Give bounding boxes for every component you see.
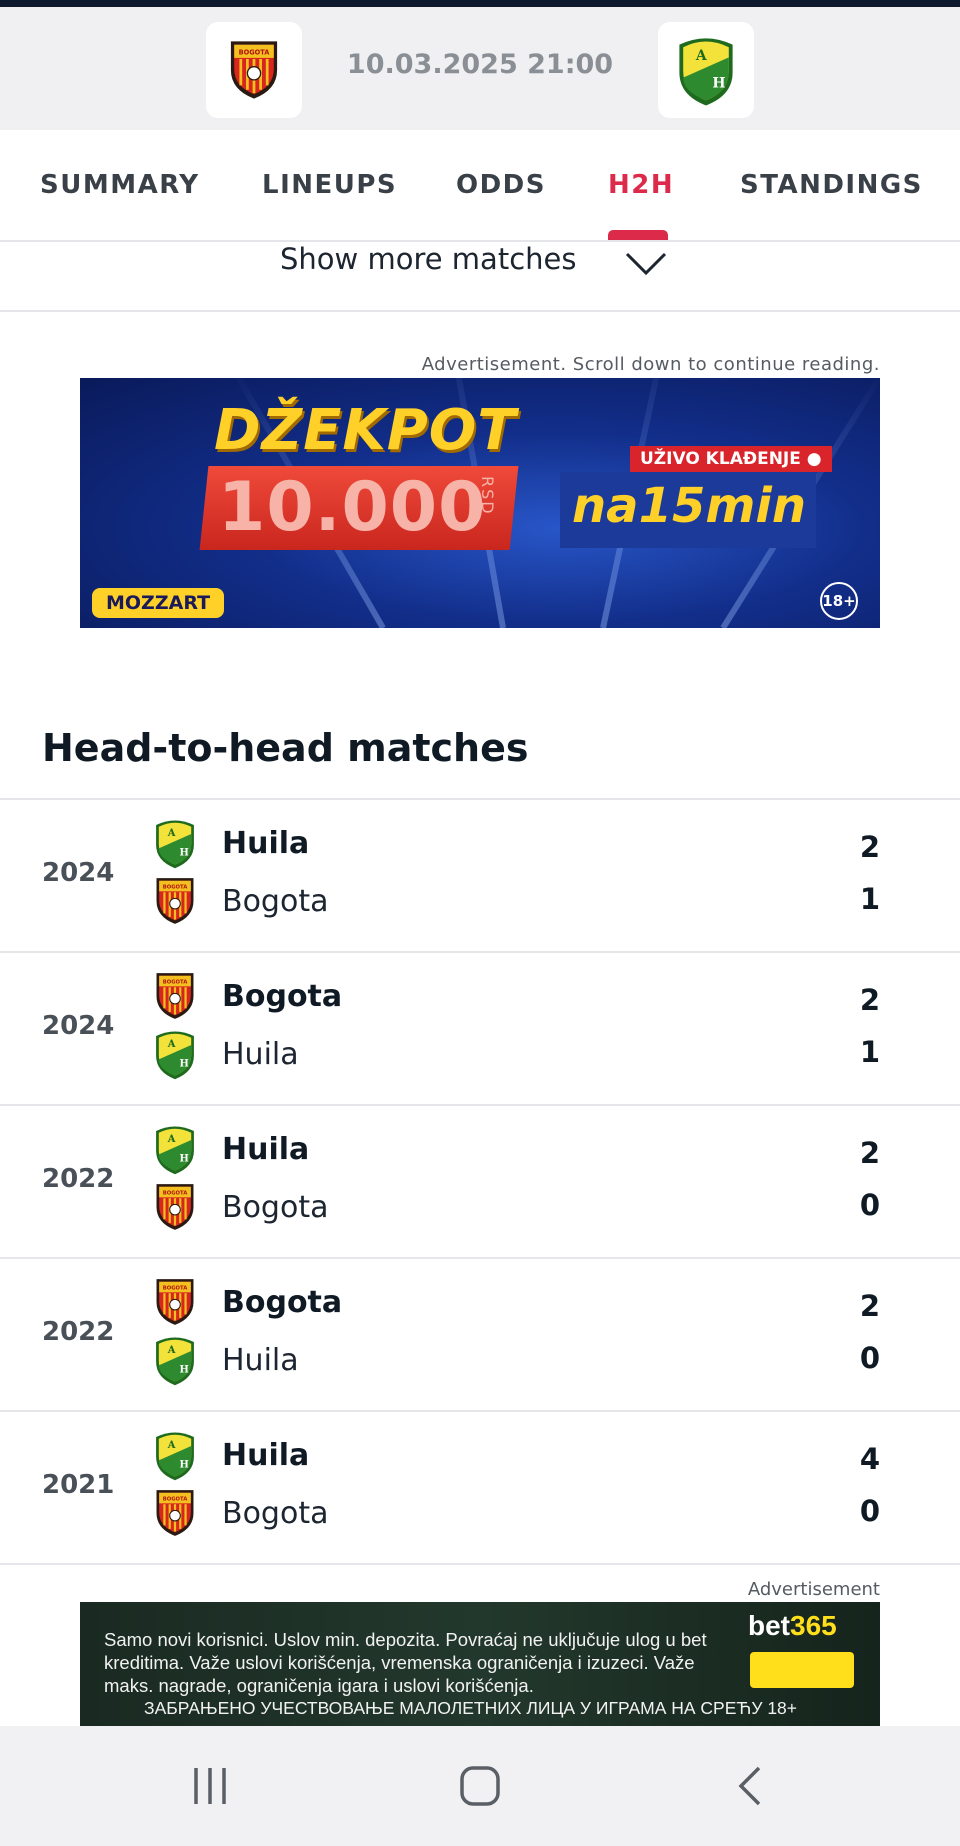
age-restriction-badge: 18+	[820, 582, 858, 620]
team1-score: 2	[859, 983, 880, 1017]
team2-score: 1	[859, 1035, 880, 1069]
bet365-cta-button[interactable]	[750, 1652, 854, 1688]
home-button[interactable]	[420, 1726, 540, 1846]
ad-age-warning: ЗАБРАЊЕНО УЧЕСТВОВАЊЕ МАЛОЛЕТНИХ ЛИЦА У …	[144, 1698, 798, 1718]
home-icon	[460, 1766, 500, 1806]
ad-disclaimer: Samo novi korisnici. Uslov min. depozita…	[104, 1629, 707, 1696]
recent-apps-button[interactable]	[150, 1726, 270, 1846]
team2-logo	[148, 874, 202, 928]
chevron-down-icon	[625, 252, 667, 276]
team2-score: 0	[859, 1494, 880, 1528]
team1-logo	[148, 1122, 202, 1176]
show-more-matches-button[interactable]: Show more matches	[0, 242, 960, 312]
ad-amount: 10.000	[218, 468, 487, 547]
team2-logo	[148, 1180, 202, 1234]
bogota-crest-icon	[229, 40, 279, 100]
system-nav-bar	[0, 1726, 960, 1846]
team1-logo	[148, 816, 202, 870]
tab-h2h[interactable]: H2H	[608, 170, 674, 200]
team1-name: Bogota	[222, 1285, 343, 1320]
match-year: 2021	[42, 1470, 115, 1500]
tab-odds[interactable]: ODDS	[456, 170, 546, 200]
team1-name: Huila	[222, 826, 310, 861]
huila-crest-icon	[156, 820, 194, 869]
huila-crest-icon	[156, 1337, 194, 1386]
team2-logo	[148, 1333, 202, 1387]
h2h-match-row[interactable]: 2022 Huila 2 Bogota 0	[0, 1106, 960, 1259]
bet365-logo: bet365	[748, 1610, 837, 1642]
team1-score: 2	[859, 1289, 880, 1323]
h2h-match-row[interactable]: 2022 Bogota 2 Huila 0	[0, 1259, 960, 1412]
bogota-crest-icon	[155, 877, 195, 925]
home-team-logo[interactable]	[206, 22, 302, 118]
bogota-crest-icon	[155, 1183, 195, 1231]
tab-lineups[interactable]: LINEUPS	[262, 170, 397, 200]
huila-crest-icon	[156, 1432, 194, 1481]
bet365-logo-b: 365	[790, 1610, 837, 1641]
ad-notice-bottom: Advertisement	[747, 1579, 880, 1600]
bogota-crest-icon	[155, 972, 195, 1020]
match-year: 2024	[42, 1011, 115, 1041]
team1-logo	[148, 1275, 202, 1329]
team1-score: 2	[859, 830, 880, 864]
team1-score: 4	[859, 1442, 880, 1476]
team2-name: Huila	[222, 1037, 299, 1072]
team2-logo	[148, 1027, 202, 1081]
team1-name: Huila	[222, 1438, 310, 1473]
team1-name: Huila	[222, 1132, 310, 1167]
team2-score: 1	[859, 882, 880, 916]
match-tabs: SUMMARY LINEUPS ODDS H2H STANDINGS	[0, 130, 960, 242]
active-tab-indicator	[608, 230, 668, 240]
bet365-ad-banner[interactable]: Samo novi korisnici. Uslov min. depozita…	[80, 1602, 880, 1726]
tab-standings[interactable]: STANDINGS	[740, 170, 923, 200]
team2-logo	[148, 1486, 202, 1540]
team1-logo	[148, 1428, 202, 1482]
h2h-match-row[interactable]: 2021 Huila 4 Bogota 0	[0, 1412, 960, 1565]
team2-name: Huila	[222, 1343, 299, 1378]
team1-score: 2	[859, 1136, 880, 1170]
team2-score: 0	[859, 1188, 880, 1222]
match-year: 2022	[42, 1317, 115, 1347]
back-button[interactable]	[690, 1726, 810, 1846]
match-header: 10.03.2025 21:00	[0, 7, 960, 130]
ad-live-badge: UŽIVO KLAĐENJE ●	[630, 446, 832, 472]
away-team-logo[interactable]	[658, 22, 754, 118]
huila-crest-icon	[156, 1126, 194, 1175]
bet365-logo-a: bet	[748, 1610, 790, 1641]
match-datetime: 10.03.2025 21:00	[346, 49, 614, 80]
team2-score: 0	[859, 1341, 880, 1375]
team2-name: Bogota	[222, 884, 329, 919]
tab-summary[interactable]: SUMMARY	[40, 170, 200, 200]
ad-notice: Advertisement. Scroll down to continue r…	[421, 354, 880, 375]
huila-crest-icon	[679, 38, 733, 106]
team2-name: Bogota	[222, 1190, 329, 1225]
ad-tagline: na15min	[572, 478, 806, 534]
ad-currency: RSD	[478, 476, 497, 516]
back-icon	[738, 1766, 761, 1806]
h2h-section-title: Head-to-head matches	[42, 726, 529, 770]
huila-crest-icon	[156, 1031, 194, 1080]
h2h-match-row[interactable]: 2024 Bogota 2 Huila 1	[0, 953, 960, 1106]
show-more-label: Show more matches	[280, 242, 577, 276]
match-year: 2022	[42, 1164, 115, 1194]
ad-headline: DŽEKPOT	[214, 398, 517, 463]
recent-apps-icon	[194, 1768, 226, 1804]
mozzart-logo: MOZZART	[92, 588, 225, 618]
team1-name: Bogota	[222, 979, 343, 1014]
status-strip	[0, 0, 960, 7]
team2-name: Bogota	[222, 1496, 329, 1531]
h2h-match-list: 2024 Huila 2 Bogota 1 2024 Bogota 2 Huil…	[0, 798, 960, 1565]
mozzart-ad-banner[interactable]: DŽEKPOT 10.000 RSD UŽIVO KLAĐENJE ● na15…	[80, 378, 880, 628]
bogota-crest-icon	[155, 1489, 195, 1537]
h2h-match-row[interactable]: 2024 Huila 2 Bogota 1	[0, 800, 960, 953]
match-year: 2024	[42, 858, 115, 888]
bogota-crest-icon	[155, 1278, 195, 1326]
team1-logo	[148, 969, 202, 1023]
